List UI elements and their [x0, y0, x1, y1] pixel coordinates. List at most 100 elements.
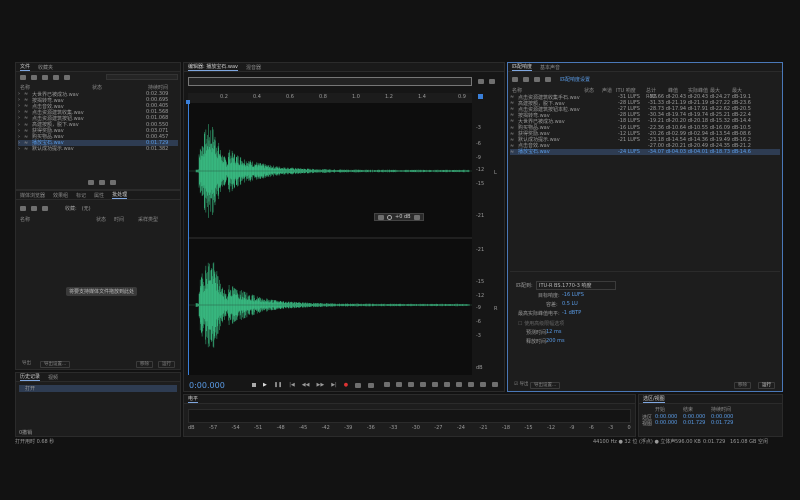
zoom-selection-icon[interactable]	[444, 382, 450, 387]
match-row[interactable]: ≈ 播放宝石.wav -24 LUFS -34.07 dB -04.03 dB …	[510, 148, 780, 155]
sel-start[interactable]: 0:00.000	[655, 414, 683, 420]
remove-button[interactable]: 移除	[734, 382, 751, 389]
pin-icon[interactable]	[413, 214, 420, 220]
batch-col-time[interactable]: 时间	[114, 216, 138, 223]
clear-icon[interactable]	[42, 206, 48, 211]
clear-icon[interactable]	[534, 77, 540, 82]
tab-favorites[interactable]: 收藏夹	[38, 64, 53, 71]
skip-start-icon[interactable]: |◀	[289, 382, 295, 388]
zoom-out-time-icon[interactable]	[420, 382, 426, 387]
col-duration[interactable]: 持续时间	[148, 84, 168, 91]
match-settings-link[interactable]: 匹配响度设置	[560, 76, 590, 83]
time-display[interactable]: 0:00.000	[189, 381, 225, 390]
tab-levels[interactable]: 电平	[188, 395, 199, 403]
sel-end[interactable]: 0:01.729	[683, 420, 711, 426]
hand-icon[interactable]	[492, 382, 498, 387]
history-item[interactable]: 打开	[19, 385, 177, 392]
export-settings-button[interactable]: 导出设置...	[530, 382, 561, 389]
batch-col-status[interactable]: 状态	[96, 216, 114, 223]
zoom-out-amp-icon[interactable]	[396, 382, 402, 387]
remove-button[interactable]: 移除	[136, 361, 153, 368]
rewind-icon[interactable]: ◀◀	[302, 382, 310, 388]
lookahead-value[interactable]: 12 ms	[546, 329, 561, 335]
folder-icon[interactable]	[20, 75, 26, 80]
channel-r-label[interactable]: R	[494, 306, 497, 312]
sel-col-duration: 持续时间	[711, 407, 732, 413]
tab-history[interactable]: 历史记录	[20, 373, 41, 381]
new-file-icon[interactable]	[42, 75, 48, 80]
max-peak-value[interactable]: -1 dBTP	[562, 310, 581, 316]
insert-icon[interactable]	[64, 75, 70, 80]
match-settings: 匹配到: ITU-R BS.1770-3 响度 目标响度: -16 LUFS 容…	[510, 271, 780, 391]
zoom-icon-2[interactable]	[489, 79, 495, 84]
zoom-full-icon[interactable]	[432, 382, 438, 387]
play-icon[interactable]: ▶	[263, 382, 267, 388]
scan-icon[interactable]	[545, 77, 551, 82]
remove-icon[interactable]	[31, 206, 37, 211]
collection-select[interactable]: (无)	[82, 205, 91, 212]
channel-icon[interactable]	[478, 94, 483, 99]
tab-media-browser[interactable]: 媒体浏览器	[20, 192, 45, 199]
zoom-in-time-icon[interactable]	[408, 382, 414, 387]
file-row[interactable]: › ≈ 默认成功提示.wav 0:01.382	[18, 146, 178, 153]
zoom-icon[interactable]	[478, 79, 484, 84]
run-button[interactable]: 运行	[758, 382, 775, 389]
add-files-icon[interactable]	[20, 206, 26, 211]
remove-icon[interactable]	[523, 77, 529, 82]
skip-icon[interactable]	[368, 382, 375, 388]
tab-match-loudness[interactable]: 匹配响度	[512, 63, 533, 71]
search-field[interactable]	[106, 74, 178, 80]
limiter-checkbox[interactable]: ☐ 使用高级限幅选项	[518, 320, 564, 327]
record-icon[interactable]: ●	[344, 382, 348, 388]
stop-icon[interactable]	[252, 383, 256, 387]
autoplay-icon[interactable]	[110, 180, 116, 185]
tolerance-value[interactable]: 0.5 LU	[562, 301, 578, 307]
zoom-in-amp-icon[interactable]	[384, 382, 390, 387]
tab-mixer[interactable]: 混音器	[246, 64, 261, 71]
waveform-area[interactable]: +0 dB	[186, 100, 472, 375]
export-checkbox[interactable]: 导出	[19, 361, 34, 368]
zoom-in-icon[interactable]	[456, 382, 462, 387]
export-checkbox[interactable]: ☑ 导出	[511, 382, 531, 389]
sel-duration[interactable]: 0:00.000	[711, 414, 733, 420]
export-settings-button[interactable]: 导出设置...	[40, 361, 71, 368]
knob-icon[interactable]	[387, 214, 392, 220]
batch-col-name[interactable]: 名称	[20, 216, 96, 223]
levels-meter	[188, 409, 631, 423]
sel-end[interactable]: 0:00.000	[683, 414, 711, 420]
batch-col-type[interactable]: 采样类型	[138, 216, 158, 223]
mode-select[interactable]: ITU-R BS.1770-3 响度	[536, 281, 616, 290]
channel-l-label[interactable]: L	[494, 170, 497, 176]
time-ruler[interactable]: 0.2 0.4 0.6 0.8 1.0 1.2 1.4 0.9	[188, 93, 472, 103]
db-scale: -3 -6 -9 -12 -15 -21 -21 -15 -12 -9 -6 -3 dB	[474, 103, 488, 375]
skip-end-icon[interactable]: ▶|	[331, 382, 337, 388]
tab-batch[interactable]: 批处理	[112, 191, 128, 199]
loop-icon[interactable]	[99, 180, 105, 185]
play-icon[interactable]	[88, 180, 94, 185]
sel-start[interactable]: 0:00.000	[655, 420, 683, 426]
tab-selection-view[interactable]: 选区/视图	[643, 395, 665, 403]
tab-video[interactable]: 视频	[48, 374, 58, 381]
tab-effects-group[interactable]: 效果组	[53, 192, 68, 199]
target-value[interactable]: -16 LUFS	[562, 292, 584, 298]
loop-icon[interactable]	[355, 382, 362, 388]
tab-files[interactable]: 文件	[20, 63, 31, 71]
tab-markers[interactable]: 标记	[76, 192, 86, 199]
sel-duration[interactable]: 0:01.729	[711, 420, 733, 426]
run-button[interactable]: 运行	[158, 361, 175, 368]
release-value[interactable]: 200 ms	[546, 338, 565, 344]
status-bar: 打开用时 0.68 秒 44100 Hz ● 32 位 (浮点) ● 立体声 5…	[15, 438, 783, 446]
add-icon[interactable]	[512, 77, 518, 82]
playhead-marker[interactable]	[186, 100, 190, 104]
zoom-reset-icon[interactable]	[480, 382, 486, 387]
pause-icon[interactable]: ❚❚	[274, 382, 282, 388]
tab-editor[interactable]: 编辑器: 播放宝石.wav	[188, 63, 238, 71]
forward-icon[interactable]: ▶▶	[316, 382, 324, 388]
zoom-out-icon[interactable]	[468, 382, 474, 387]
import-icon[interactable]	[31, 75, 37, 80]
tab-essential-sound[interactable]: 基本声音	[540, 64, 560, 71]
gain-hud[interactable]: +0 dB	[374, 213, 424, 221]
overview-bar[interactable]	[188, 77, 472, 86]
tab-properties[interactable]: 属性	[94, 192, 104, 199]
save-icon[interactable]	[53, 75, 59, 80]
